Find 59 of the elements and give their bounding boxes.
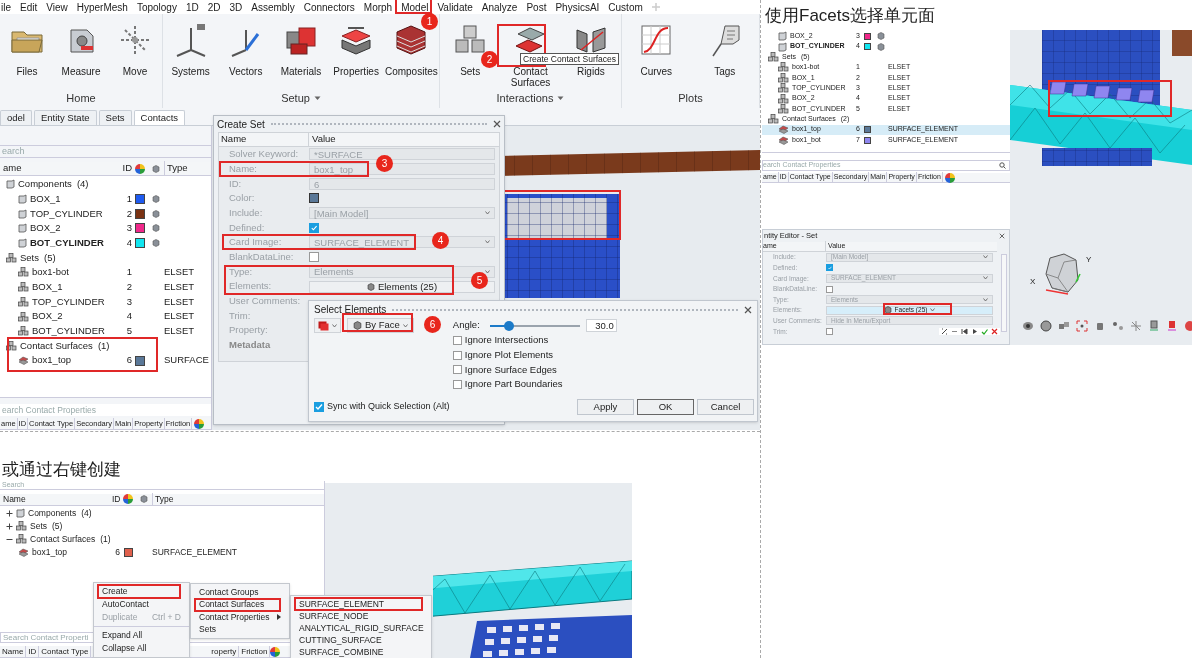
property-label: Type: xyxy=(229,265,253,277)
id-text: 6 xyxy=(115,546,120,557)
type-text: SURFACE xyxy=(164,353,209,368)
type-text: SURFACE_ELEMENT xyxy=(152,545,238,559)
id-text: 4 xyxy=(126,310,132,322)
id-text: 1 xyxy=(126,192,132,204)
type-text: ELSET xyxy=(164,265,195,280)
id-text: 6 xyxy=(126,354,132,366)
column-header: Value xyxy=(312,133,336,145)
id-text: 2 xyxy=(126,281,132,293)
id-text: 5 xyxy=(126,325,132,337)
column-header: Name xyxy=(221,133,247,145)
group-label: Interactions xyxy=(496,90,554,106)
item-count: (5) xyxy=(44,250,56,265)
option-label: Ignore Part Boundaries xyxy=(464,377,563,392)
axis-label: Y xyxy=(1086,254,1092,266)
step-badge: 1 xyxy=(421,13,438,30)
item-count: (4) xyxy=(81,506,92,520)
property-label: Property: xyxy=(229,324,268,336)
property-label: Card Image: xyxy=(229,236,282,248)
option-label: Ignore Surface Edges xyxy=(464,362,557,377)
item-count: (4) xyxy=(76,177,89,192)
type-text: ELSET xyxy=(164,294,195,309)
property-label: BlankDataLine: xyxy=(229,251,294,263)
group-label: Plots xyxy=(678,90,703,106)
item-count: (5) xyxy=(52,519,63,533)
property-label: Solver Keyword: xyxy=(229,148,299,160)
property-label: Name: xyxy=(229,162,257,174)
property-label: Trim: xyxy=(229,309,251,321)
property-label: Elements: xyxy=(229,280,272,292)
angle-label: Angle: xyxy=(452,318,480,333)
step-badge: 2 xyxy=(481,51,498,68)
dialog-title: Select Elements xyxy=(314,303,387,317)
id-text: 4 xyxy=(126,236,132,248)
item-count: (1) xyxy=(97,338,110,353)
id-text: 1 xyxy=(126,266,132,278)
property-label: User Comments: xyxy=(229,295,301,307)
option-label: Ignore Intersections xyxy=(464,333,549,348)
heading: 或通过右键创建 xyxy=(2,459,121,481)
id-text: 2 xyxy=(126,207,132,219)
id-text: 3 xyxy=(126,295,132,307)
axis-label: X xyxy=(1030,276,1036,288)
dialog-title: Create Set xyxy=(217,117,265,132)
item-count: (1) xyxy=(100,532,111,546)
group-label: Setup xyxy=(281,90,310,106)
id-text: 3 xyxy=(126,222,132,234)
property-label: Defined: xyxy=(229,221,265,233)
section-label: Metadata xyxy=(229,339,271,351)
checkbox-label: Sync with Quick Selection (Alt) xyxy=(327,400,450,414)
heading: 使用Facets选择单元面 xyxy=(765,5,936,27)
tooltip: Create Contact Surfaces xyxy=(520,53,620,65)
type-text: ELSET xyxy=(164,280,195,295)
group-label: Home xyxy=(66,90,96,106)
property-label: Color: xyxy=(229,192,255,204)
option-label: Ignore Plot Elements xyxy=(464,347,554,362)
property-label: ID: xyxy=(229,177,242,189)
type-text: ELSET xyxy=(164,324,195,339)
type-text: ELSET xyxy=(164,309,195,324)
property-label: Include: xyxy=(229,206,263,218)
